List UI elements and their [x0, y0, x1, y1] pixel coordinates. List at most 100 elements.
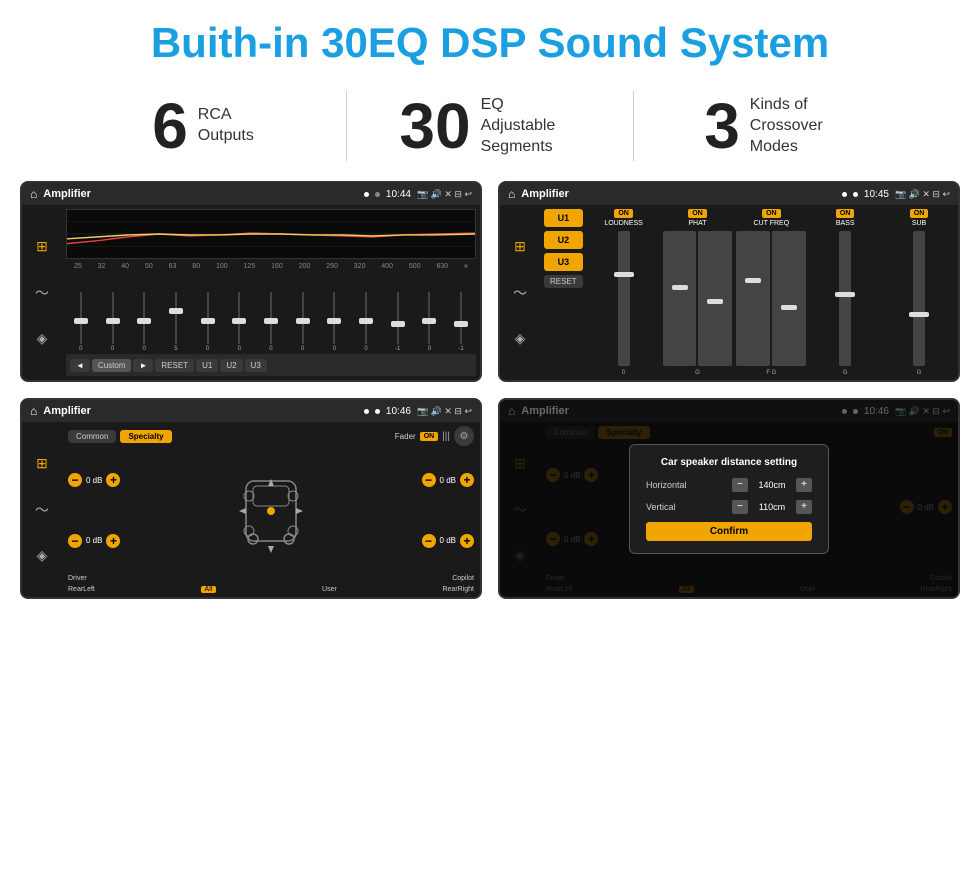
fader-sidebar-wave-icon[interactable]: 〜 — [35, 500, 49, 520]
loudness-on[interactable]: ON — [614, 209, 633, 218]
sidebar-eq-icon[interactable]: ⊞ — [36, 238, 48, 255]
fader-label-rearright[interactable]: RearRight — [442, 586, 474, 593]
fader-minus-1[interactable]: − — [68, 473, 82, 487]
eq-slider-13[interactable]: -1 — [446, 292, 476, 352]
eq-u1-btn[interactable]: U1 — [196, 359, 218, 372]
eq-u2-btn[interactable]: U2 — [220, 359, 242, 372]
dialog-vertical-row: Vertical − 110cm + — [646, 500, 812, 514]
fader-specialty-tab[interactable]: Specialty — [120, 430, 171, 443]
horizontal-controls: − 140cm + — [732, 478, 812, 492]
eq-slider-2[interactable]: 0 — [98, 292, 128, 352]
fader-body: − 0 dB + − 0 dB + — [68, 450, 474, 571]
phat-slider-1[interactable] — [663, 231, 697, 366]
expand-icon[interactable]: » — [464, 263, 468, 270]
eq-slider-11[interactable]: -1 — [383, 292, 413, 352]
fader-minus-3[interactable]: − — [422, 473, 436, 487]
fader-sidebar-eq-icon[interactable]: ⊞ — [36, 455, 48, 472]
cross-u3-btn[interactable]: U3 — [544, 253, 583, 271]
eq-slider-6[interactable]: 0 — [224, 292, 254, 352]
fader-status-bar: ⌂ Amplifier 10:46 📷 🔊 ✕ ⊟ ↩ — [22, 400, 480, 422]
eq-next-btn[interactable]: ► — [133, 359, 153, 372]
eq-prev-btn[interactable]: ◄ — [70, 359, 90, 372]
cross-preset-list: U1 U2 U3 RESET — [544, 209, 583, 376]
fader-db-val-2: 0 dB — [86, 536, 102, 545]
horizontal-minus-btn[interactable]: − — [732, 478, 748, 492]
fader-db-row-3: − 0 dB + — [422, 473, 474, 487]
cross-u2-btn[interactable]: U2 — [544, 231, 583, 249]
eq-slider-1[interactable]: 0 — [66, 292, 96, 352]
sidebar-wave-icon[interactable]: 〜 — [35, 283, 49, 303]
fader-db-val-1: 0 dB — [86, 476, 102, 485]
stat-number-rca: 6 — [152, 94, 188, 158]
eq-slider-12[interactable]: 0 — [415, 292, 445, 352]
fader-on-toggle[interactable]: ON — [420, 432, 439, 441]
loudness-slider[interactable] — [618, 231, 630, 366]
fader-settings-icon[interactable]: ⚙ — [454, 426, 474, 446]
car-diagram — [126, 450, 415, 571]
cutfreq-slider-g[interactable] — [772, 231, 806, 366]
confirm-button[interactable]: Confirm — [646, 522, 812, 541]
eq-custom-btn[interactable]: Custom — [92, 359, 132, 372]
sub-on[interactable]: ON — [910, 209, 929, 218]
fader-label-rearleft[interactable]: RearLeft — [68, 586, 95, 593]
eq-slider-7[interactable]: 0 — [256, 292, 286, 352]
fader-minus-2[interactable]: − — [68, 534, 82, 548]
fader-plus-3[interactable]: + — [460, 473, 474, 487]
vertical-minus-btn[interactable]: − — [732, 500, 748, 514]
eq-screen-title: Amplifier — [43, 188, 358, 200]
fader-db-val-4: 0 dB — [440, 536, 456, 545]
speaker-distance-dialog: Car speaker distance setting Horizontal … — [629, 444, 829, 554]
cross-sidebar-speaker-icon[interactable]: ◈ — [515, 330, 526, 347]
eq-slider-5[interactable]: 0 — [193, 292, 223, 352]
stat-number-crossover: 3 — [704, 94, 740, 158]
cross-controls: ON LOUDNESS 0 ON PHAT — [589, 209, 954, 376]
cross-status-bar: ⌂ Amplifier 10:45 📷 🔊 ✕ ⊟ ↩ — [500, 183, 958, 205]
fader-minus-4[interactable]: − — [422, 534, 436, 548]
fader-label-user[interactable]: User — [322, 586, 337, 593]
cross-u1-btn[interactable]: U1 — [544, 209, 583, 227]
cross-reset-btn[interactable]: RESET — [544, 275, 583, 288]
sub-slider[interactable] — [913, 231, 925, 366]
home-icon[interactable]: ⌂ — [30, 187, 37, 201]
eq-slider-8[interactable]: 0 — [288, 292, 318, 352]
cross-sidebar-eq-icon[interactable]: ⊞ — [514, 238, 526, 255]
stats-row: 6 RCAOutputs 30 EQ AdjustableSegments 3 … — [0, 76, 980, 181]
fader-common-tab[interactable]: Common — [68, 430, 116, 443]
horizontal-plus-btn[interactable]: + — [796, 478, 812, 492]
cross-home-icon[interactable]: ⌂ — [508, 187, 515, 201]
bass-on[interactable]: ON — [836, 209, 855, 218]
fader-dot-1 — [364, 409, 369, 414]
eq-slider-3[interactable]: 0 — [129, 292, 159, 352]
bass-slider[interactable] — [839, 231, 851, 366]
cutfreq-on[interactable]: ON — [762, 209, 781, 218]
fader-plus-4[interactable]: + — [460, 534, 474, 548]
stat-text-eq: EQ AdjustableSegments — [481, 95, 581, 157]
fader-bottom-labels-2: RearLeft All User RearRight — [68, 586, 474, 593]
phat-slider-2[interactable] — [698, 231, 732, 366]
fader-status-icons: 📷 🔊 ✕ ⊟ ↩ — [417, 406, 472, 417]
cutfreq-slider-f[interactable] — [736, 231, 770, 366]
sidebar-speaker-icon[interactable]: ◈ — [37, 330, 48, 347]
cross-screen: ⌂ Amplifier 10:45 📷 🔊 ✕ ⊟ ↩ ⊞ 〜 ◈ U1 U2 … — [498, 181, 960, 382]
vertical-controls: − 110cm + — [732, 500, 812, 514]
fader-plus-2[interactable]: + — [106, 534, 120, 548]
cross-sidebar-wave-icon[interactable]: 〜 — [513, 283, 527, 303]
eq-reset-btn[interactable]: RESET — [155, 359, 194, 372]
fader-plus-1[interactable]: + — [106, 473, 120, 487]
fader-sidebar-speaker-icon[interactable]: ◈ — [37, 547, 48, 564]
eq-status-bar: ⌂ Amplifier 10:44 📷 🔊 ✕ ⊟ ↩ — [22, 183, 480, 205]
cross-ch-loudness: ON LOUDNESS 0 — [589, 209, 659, 376]
fader-label-all[interactable]: All — [201, 586, 217, 593]
phat-on[interactable]: ON — [688, 209, 707, 218]
eq-u3-btn[interactable]: U3 — [245, 359, 267, 372]
cross-content: ⊞ 〜 ◈ U1 U2 U3 RESET ON LOUDNESS — [500, 205, 958, 380]
eq-slider-9[interactable]: 0 — [320, 292, 350, 352]
vertical-plus-btn[interactable]: + — [796, 500, 812, 514]
eq-slider-4[interactable]: 5 — [161, 292, 191, 352]
fader-dot-2 — [375, 409, 380, 414]
eq-bottom-bar: ◄ Custom ► RESET U1 U2 U3 — [66, 354, 476, 376]
eq-slider-10[interactable]: 0 — [351, 292, 381, 352]
fader-label: Fader — [395, 432, 416, 441]
fader-home-icon[interactable]: ⌂ — [30, 404, 37, 418]
cross-time: 10:45 — [864, 189, 889, 200]
